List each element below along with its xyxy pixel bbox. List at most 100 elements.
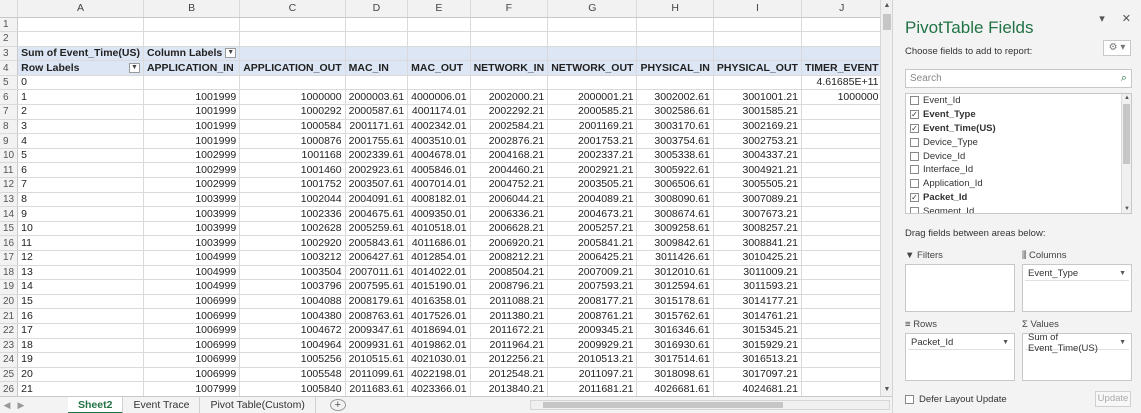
value-cell[interactable] [801,367,880,383]
value-cell[interactable] [801,338,880,354]
row-header[interactable]: 21 [0,308,19,324]
value-cell[interactable]: 1001752 [239,177,346,193]
value-cell[interactable]: 4017526.01 [407,308,471,324]
field-list-scrollbar[interactable]: ▲ ▼ [1121,94,1131,213]
value-cell[interactable]: 4010518.01 [407,221,471,237]
row-label-cell[interactable]: 10 [17,221,144,237]
value-cell[interactable]: 2004089.21 [547,192,638,208]
row-header[interactable]: 19 [0,279,19,295]
value-cell[interactable]: 2008212.21 [470,250,549,266]
row-label-cell[interactable]: 6 [17,162,144,179]
value-cell[interactable]: 3014761.21 [713,308,802,324]
value-cell[interactable] [801,265,880,281]
pane-options-chevron-icon[interactable]: ▾ [1099,13,1105,25]
value-cell[interactable]: 3005922.61 [636,162,714,179]
value-cell[interactable]: 3015762.61 [636,308,714,324]
row-header[interactable]: 26 [0,381,19,396]
pivot-column-header[interactable]: APPLICATION_OUT [239,60,346,76]
value-cell[interactable]: 3009258.61 [636,221,714,237]
select-all-corner[interactable] [0,0,19,18]
value-cell[interactable]: 4021030.01 [407,352,471,368]
value-cell[interactable]: 3001585.21 [713,104,802,120]
column-header-h[interactable]: H [636,0,714,18]
rows-zone[interactable]: ≡ Rows Packet_Id ▼ [905,319,1015,381]
value-cell[interactable]: 1002044 [239,192,346,208]
pivot-measure-label[interactable]: Sum of Event_Time(US) [17,46,144,62]
value-cell[interactable]: 4001174.01 [407,104,471,120]
value-cell[interactable]: 1003796 [239,279,346,295]
row-label-cell[interactable]: 15 [17,294,144,310]
value-cell[interactable]: 1005548 [239,367,346,383]
value-cell[interactable]: 3011426.61 [636,250,714,266]
column-header-g[interactable]: G [547,0,638,18]
column-header-a[interactable]: A [17,0,144,18]
row-header[interactable]: 7 [0,104,19,120]
value-cell[interactable]: 2001169.21 [547,119,638,135]
value-cell[interactable]: 4004678.01 [407,148,471,164]
value-cell[interactable]: 2007009.21 [547,265,638,281]
cell[interactable] [713,31,802,47]
field-item[interactable]: ✓ Event_Type [906,108,1131,122]
row-labels-filter-icon[interactable]: ▼ [128,63,140,74]
row-header[interactable]: 5 [0,75,19,91]
value-cell[interactable] [801,308,880,324]
add-sheet-icon[interactable]: + [329,399,346,411]
row-label-cell[interactable]: 18 [17,338,144,354]
value-cell[interactable]: 2002000.21 [470,89,549,106]
cell[interactable] [636,31,714,47]
value-cell[interactable]: 2011683.61 [345,381,409,396]
value-cell[interactable]: 1000876 [239,133,346,149]
cell[interactable] [713,75,802,91]
value-cell[interactable]: 2005259.61 [345,221,409,237]
field-item[interactable]: Event_Id [906,94,1131,108]
pivot-column-header[interactable]: NETWORK_IN [470,60,549,76]
value-cell[interactable]: 1007999 [143,381,241,396]
value-cell[interactable]: 3004337.21 [713,148,802,164]
value-cell[interactable] [801,323,880,339]
row-label-cell[interactable]: 14 [17,279,144,295]
row-header[interactable]: 20 [0,294,19,310]
value-cell[interactable]: 1004672 [239,323,346,339]
row-header[interactable]: 15 [0,221,19,237]
cell[interactable] [801,46,880,62]
cell[interactable] [547,46,638,62]
field-item[interactable]: Segment_Id [906,204,1131,213]
row-header[interactable]: 6 [0,89,19,106]
values-zone[interactable]: Σ Values Sum of Event_Time(US) ▼ [1022,319,1132,381]
value-cell[interactable]: 2010515.61 [345,352,409,368]
checkbox-icon[interactable] [910,137,919,147]
value-cell[interactable]: 1006999 [143,338,241,354]
row-label-cell[interactable]: 13 [17,265,144,281]
value-cell[interactable]: 1001460 [239,162,346,179]
row-label-cell[interactable]: 5 [17,148,144,164]
value-cell[interactable]: 1003504 [239,265,346,281]
value-cell[interactable]: 3017097.21 [713,367,802,383]
cell[interactable] [345,46,409,62]
row-header[interactable]: 13 [0,192,19,208]
cell[interactable] [470,17,549,33]
value-cell[interactable]: 4024681.21 [713,381,802,396]
value-cell[interactable]: 4011686.01 [407,235,471,251]
cell[interactable] [713,17,802,33]
values-drop-area[interactable]: Sum of Event_Time(US) ▼ [1022,332,1132,381]
vertical-scrollbar[interactable]: ▲ ▼ [880,0,892,396]
value-cell[interactable] [801,279,880,295]
checkbox-checked-icon[interactable]: ✓ [910,110,919,120]
value-cell[interactable]: 2008504.21 [470,265,549,281]
scroll-up-arrow-icon[interactable]: ▲ [1122,95,1131,101]
value-cell[interactable]: 4019862.01 [407,338,471,354]
cell[interactable] [547,31,638,47]
value-cell[interactable]: 1003999 [143,206,241,222]
row-header[interactable]: 10 [0,148,19,164]
value-cell[interactable]: 3003170.61 [636,119,714,135]
value-cell[interactable]: 4002342.01 [407,119,471,135]
row-label-cell[interactable]: 21 [17,381,144,396]
value-cell[interactable]: 2009931.61 [345,338,409,354]
pivot-column-header[interactable]: NETWORK_OUT [547,60,638,76]
value-cell[interactable]: 3002753.21 [713,133,802,149]
rows-field-chip[interactable]: Packet_Id ▼ [908,336,1012,350]
value-cell[interactable]: 3009842.61 [636,235,714,251]
row-header[interactable]: 1 [0,17,19,33]
value-cell[interactable]: 1004999 [143,265,241,281]
value-cell[interactable]: 2012548.21 [470,367,549,383]
